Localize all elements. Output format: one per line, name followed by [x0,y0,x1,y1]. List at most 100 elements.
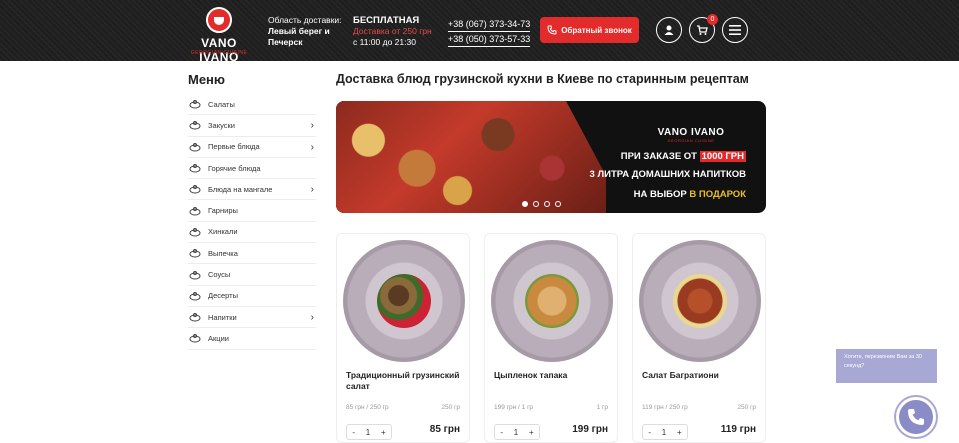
qty-plus-button[interactable]: + [529,428,534,437]
site-logo[interactable]: VANO IVANO GEORGIAN CUISINE [186,5,252,64]
sauce-icon [188,270,201,280]
qty-value[interactable]: 1 [514,428,518,437]
account-button[interactable] [656,17,682,43]
dish-image [377,274,431,328]
product-weight: 250 гр [441,404,460,411]
product-price: 119 грн [720,424,756,435]
delivery-hours: с 11:00 до 21:30 [353,37,416,47]
qty-minus-button[interactable]: - [500,428,503,437]
phone-icon [547,25,557,35]
salad-icon [188,99,201,109]
slider-dot[interactable] [522,201,528,207]
product-image[interactable] [639,240,761,362]
sidebar-item-label: Хинкали [208,227,238,237]
banner-pagination [522,201,561,207]
product-card[interactable]: Салат Багратиони 119 грн / 250 гр 250 гр - 1… [632,233,766,443]
sidebar-item-label: Салаты [208,99,235,109]
menu-button[interactable] [722,17,748,43]
product-card[interactable]: Традиционный грузинский салат 85 грн / 25… [336,233,470,443]
qty-minus-button[interactable]: - [352,428,355,437]
callback-widget-button[interactable] [896,397,936,437]
sidebar-item[interactable]: Напитки › [188,307,316,329]
sidebar-item[interactable]: Закуски › [188,115,316,137]
phone-icon [908,409,924,425]
product-weight: 250 гр [737,404,756,411]
slider-dot[interactable] [555,201,561,207]
sidebar-item[interactable]: Блюда на мангале › [188,179,316,201]
chevron-right-icon: › [310,141,314,153]
dish-image [673,274,727,328]
site-header: VANO IVANO GEORGIAN CUISINE Область дост… [0,0,959,64]
hot-dish-icon [188,163,201,173]
qty-value[interactable]: 1 [366,428,370,437]
sidebar-item-label: Выпечка [208,248,238,258]
banner-line-3: НА ВЫБОР В ПОДАРОК [634,189,746,200]
product-image[interactable] [491,240,613,362]
delivery-area-value: Левый берег и Печерск [268,26,330,47]
sidebar-item[interactable]: Горячие блюда [188,158,316,180]
banner-line-1-highlight: 1000 ГРН [699,151,746,162]
qty-plus-button[interactable]: + [381,428,386,437]
product-price: 199 грн [572,424,608,435]
product-name[interactable]: Традиционный грузинский салат [346,370,466,392]
chevron-right-icon: › [310,184,314,196]
dish-image [525,274,579,328]
callback-button[interactable]: Обратный звонок [540,17,639,43]
product-card[interactable]: Цыпленок тапака 199 грн / 1 гр 1 гр - 1 +199 … [484,233,618,443]
phone-link-2[interactable]: +38 (050) 373-57-33 [448,33,531,47]
chevron-right-icon: › [310,311,314,323]
banner-line-1-text: ПРИ ЗАКАЗЕ ОТ [620,151,697,162]
sidebar-item[interactable]: Гарниры [188,200,316,222]
dessert-icon [188,291,201,301]
product-image[interactable] [343,240,465,362]
slider-dot[interactable] [533,201,539,207]
banner-divider [566,101,626,213]
cart-button[interactable]: 0 [689,14,718,43]
qty-minus-button[interactable]: - [648,428,651,437]
sidebar-item[interactable]: Десерты [188,286,316,307]
delivery-area: Область доставки: Левый берег и Печерск [268,15,344,48]
sidebar-menu: Салаты Закуски › Первые блюда › Горячие блюда… [188,94,316,350]
qty-plus-button[interactable]: + [677,428,682,437]
sidebar-item[interactable]: Первые блюда › [188,137,316,158]
sidebar-item[interactable]: Акции [188,328,316,350]
banner-line-3-text: НА ВЫБОР [633,189,687,200]
product-price-per-weight: 85 грн / 250 гр [346,404,389,411]
phone-numbers: +38 (067) 373-34-73 +38 (050) 373-57-33 [448,18,531,48]
sidebar-item-label: Закуски [208,120,235,130]
cart-icon [697,25,708,35]
sidebar-title: Меню [188,72,226,87]
user-icon [664,25,674,35]
sidebar-item[interactable]: Соусы [188,264,316,286]
callback-tooltip: Хотите, перезвоним Вам за 30 секунд? [836,349,937,383]
slider-dot[interactable] [544,201,550,207]
callback-label: Обратный звонок [561,25,632,35]
snacks-icon [188,120,201,130]
sidebar-item[interactable]: Выпечка [188,243,316,265]
hamburger-icon [729,25,741,35]
banner-logo-subtitle: GEORGIAN CUISINE [667,138,715,143]
product-name[interactable]: Салат Багратиони [642,370,762,381]
delivery-area-label: Область доставки: [268,15,342,25]
sidebar-item-label: Акции [208,333,229,343]
banner-line-3-highlight: В ПОДАРОК [689,189,746,200]
drinks-icon [188,312,201,322]
product-price-per-weight: 199 грн / 1 гр [494,404,534,411]
product-name[interactable]: Цыпленок тапака [494,370,614,381]
product-price: 85 грн [429,424,460,435]
banner-logo: VANO IVANO GEORGIAN CUISINE [636,127,746,151]
banner-line-1: ПРИ ЗАКАЗЕ ОТ 1000 ГРН [621,151,746,162]
sidebar-item-label: Блюда на мангале [208,184,273,194]
percent-icon [188,333,201,343]
sidebar-item-label: Горячие блюда [208,163,261,173]
free-delivery-info: БЕСПЛАТНАЯ Доставка от 250 грн с 11:00 д… [353,15,432,48]
promo-banner[interactable]: VANO IVANO GEORGIAN CUISINE ПРИ ЗАКАЗЕ О… [336,101,766,213]
sidebar-item[interactable]: Хинкали [188,222,316,244]
garnish-icon [188,206,201,216]
product-price-per-weight: 119 грн / 250 гр [642,404,688,411]
page-title: Доставка блюд грузинской кухни в Киеве п… [336,72,749,86]
chef-logo-icon [206,7,232,33]
phone-link-1[interactable]: +38 (067) 373-34-73 [448,18,531,32]
qty-value[interactable]: 1 [662,428,666,437]
sidebar-item[interactable]: Салаты [188,94,316,116]
